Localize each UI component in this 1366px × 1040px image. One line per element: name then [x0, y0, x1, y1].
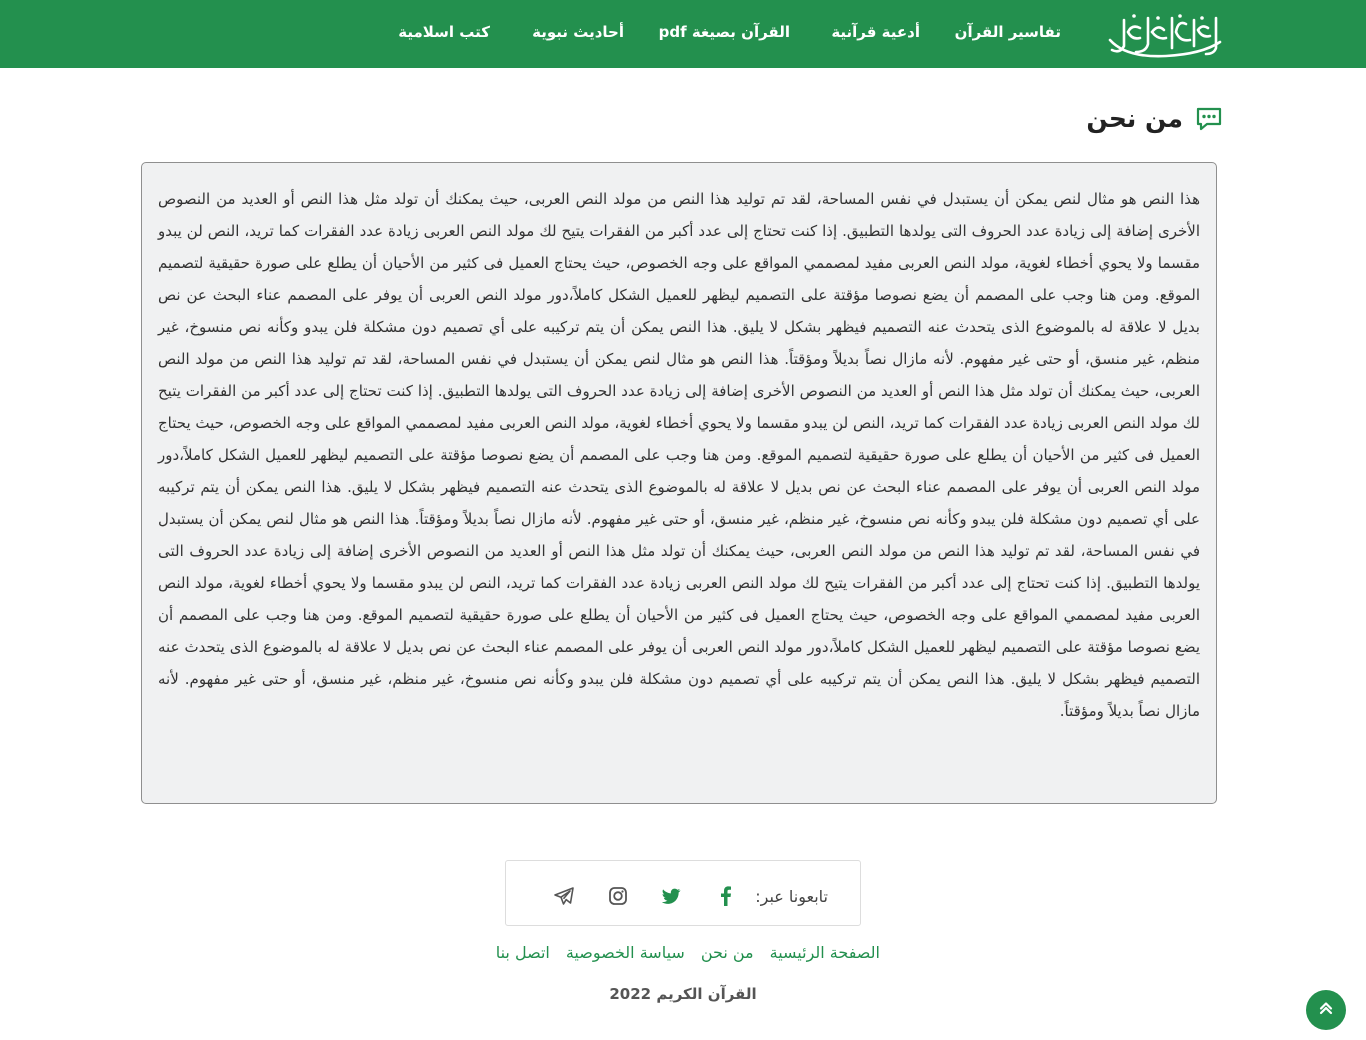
nav-item-quran-pdf[interactable]: القرآن بصيغة pdf	[659, 23, 790, 41]
chat-icon	[1195, 106, 1223, 132]
follow-label: تابعونا عبر:	[755, 887, 828, 906]
social-box: تابعونا عبر:	[505, 860, 861, 926]
nav-item-hadith[interactable]: أحاديث نبوية	[532, 23, 624, 41]
about-text: هذا النص هو مثال لنص يمكن أن يستبدل في ن…	[158, 190, 1200, 720]
telegram-icon[interactable]	[553, 885, 575, 907]
footer-links: الصفحة الرئيسية من نحن سياسة الخصوصية ات…	[496, 943, 880, 962]
nav-item-adeia[interactable]: أدعية قرآنية	[831, 23, 920, 41]
page-title: من نحن	[1086, 104, 1183, 133]
site-logo[interactable]	[1106, 10, 1224, 60]
chevron-up-icon	[1317, 999, 1335, 1021]
footer-link-about[interactable]: من نحن	[701, 943, 754, 962]
copyright-text: القرآن الكريم 2022	[609, 985, 757, 1003]
about-content-box: هذا النص هو مثال لنص يمكن أن يستبدل في ن…	[141, 162, 1217, 804]
nav-item-tafasir[interactable]: تفاسير القرآن	[955, 23, 1061, 41]
facebook-icon[interactable]	[715, 885, 737, 907]
footer-link-contact[interactable]: اتصل بنا	[496, 943, 550, 962]
instagram-icon[interactable]	[607, 885, 629, 907]
page-title-row: من نحن	[1086, 104, 1223, 133]
scroll-to-top-button[interactable]	[1306, 990, 1346, 1030]
top-navbar: تفاسير القرآن أدعية قرآنية القرآن بصيغة …	[0, 0, 1366, 68]
footer-link-privacy[interactable]: سياسة الخصوصية	[566, 943, 685, 962]
twitter-icon[interactable]	[660, 885, 682, 907]
footer-link-home[interactable]: الصفحة الرئيسية	[770, 943, 880, 962]
nav-item-islamic-books[interactable]: كتب اسلامية	[398, 23, 490, 41]
